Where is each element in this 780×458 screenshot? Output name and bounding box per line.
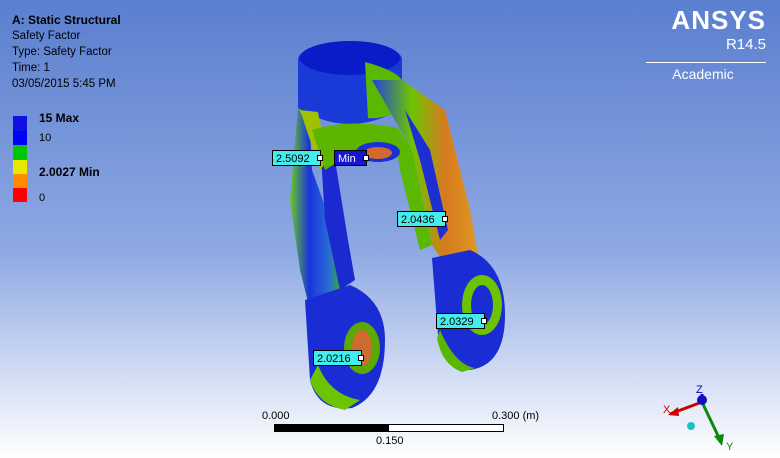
scale-start-label: 0.000: [262, 410, 290, 422]
probe-value: 2.5092: [276, 153, 310, 165]
right-lug: [432, 250, 505, 372]
triad-y-label: Y: [726, 441, 734, 453]
triad-x-label: X: [663, 404, 671, 416]
triad-z-label: Z: [696, 384, 703, 396]
probe-marker: [362, 155, 369, 161]
coordinate-triad[interactable]: [668, 394, 724, 446]
scale-bar-fill: [275, 425, 389, 431]
probe-value: 2.0436: [401, 214, 435, 226]
probe-label-min[interactable]: Min: [334, 150, 369, 166]
probe-value: 2.0329: [440, 316, 474, 328]
probe-value: Min: [338, 153, 356, 165]
probe-label-4[interactable]: 2.0216: [313, 350, 364, 366]
probe-marker: [357, 355, 364, 361]
scale-mid-label: 0.150: [376, 435, 404, 447]
probe-marker: [441, 216, 448, 222]
scale-bar: [274, 424, 504, 432]
left-lug: [305, 285, 385, 410]
model-viewport[interactable]: [0, 0, 780, 458]
probe-label-2[interactable]: 2.0436: [397, 211, 448, 227]
probe-marker: [316, 155, 323, 161]
probe-label-3[interactable]: 2.0329: [436, 313, 487, 329]
scale-end-label: 0.300 (m): [492, 410, 540, 422]
probe-marker: [480, 318, 487, 324]
probe-label-1[interactable]: 2.5092: [272, 150, 323, 166]
probe-value: 2.0216: [317, 353, 351, 365]
